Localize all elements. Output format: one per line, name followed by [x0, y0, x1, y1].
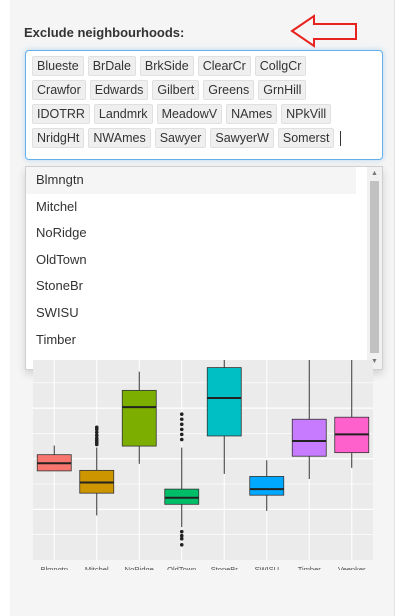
chip-row: Blueste BrDale BrkSide ClearCr CollgCr — [32, 56, 376, 76]
plot-background — [33, 360, 373, 560]
box-Timber — [291, 418, 327, 457]
scroll-thumb[interactable] — [370, 181, 379, 353]
x-tick-label: SWISU — [254, 565, 279, 570]
chip-row: IDOTRR Landmrk MeadowV NAmes NPkVill — [32, 104, 376, 124]
chip-row: Crawfor Edwards Gilbert Greens GrnHill — [32, 80, 376, 100]
x-tick-label: Veenker — [338, 565, 366, 570]
x-tick-label: StoneBr — [211, 565, 239, 570]
selected-chip[interactable]: Gilbert — [152, 80, 200, 100]
selected-chip[interactable]: NridgHt — [32, 128, 85, 148]
selected-chip[interactable]: ClearCr — [197, 56, 251, 76]
boxplot-chart: Blmngtn Mitchel NoRidge OldTown StoneBr SWISU… — [33, 360, 373, 570]
selected-chip[interactable]: GrnHill — [258, 80, 307, 100]
box-OldTown — [164, 488, 200, 505]
scroll-up-icon[interactable]: ▲ — [370, 169, 379, 179]
selected-chip[interactable]: Crawfor — [32, 80, 86, 100]
outlier-point — [179, 417, 184, 422]
box-NoRidge — [121, 389, 157, 447]
outlier-point — [179, 432, 184, 437]
outlier-point — [179, 533, 184, 538]
outlier-point — [179, 427, 184, 432]
selected-chip[interactable]: Edwards — [89, 80, 149, 100]
dropdown-option[interactable]: OldTown — [26, 247, 356, 274]
x-tick-label: Timber — [298, 565, 322, 570]
selected-chip[interactable]: IDOTRR — [32, 104, 90, 124]
x-tick-label: Mitchel — [85, 565, 109, 570]
selected-chip[interactable]: NAmes — [226, 104, 278, 124]
selected-chip[interactable]: MeadowV — [156, 104, 223, 124]
exclude-neighbourhoods-label: Exclude neighbourhoods: — [24, 25, 185, 40]
selected-chip[interactable]: NPkVill — [281, 104, 332, 124]
selected-chip[interactable]: Blueste — [32, 56, 84, 76]
outlier-point — [179, 543, 184, 547]
dropdown-option[interactable]: SWISU — [26, 300, 356, 327]
selected-chip[interactable]: BrkSide — [139, 56, 194, 76]
dropdown-option[interactable]: Mitchel — [26, 194, 356, 221]
selected-chip[interactable]: SawyerW — [210, 128, 274, 148]
selected-chip[interactable]: Landmrk — [93, 104, 153, 124]
box-SWISU — [249, 476, 285, 496]
selected-chip[interactable]: CollgCr — [254, 56, 307, 76]
selected-chip[interactable]: Greens — [203, 80, 255, 100]
outlier-point — [179, 529, 184, 534]
outlier-point — [179, 422, 184, 427]
selected-chip[interactable]: Sawyer — [154, 128, 207, 148]
dropdown-option[interactable]: Timber — [26, 327, 356, 354]
red-arrow-annotation — [290, 14, 357, 48]
x-tick-label: OldTown — [167, 565, 196, 570]
x-tick-label: NoRidge — [125, 565, 154, 570]
x-tick-label: Blmngtn — [40, 565, 68, 570]
dropdown-option[interactable]: StoneBr — [26, 273, 356, 300]
text-cursor[interactable] — [340, 130, 342, 146]
selected-chip[interactable]: BrDale — [87, 56, 136, 76]
outlier-point — [94, 425, 99, 430]
selected-chip[interactable]: Somerst — [277, 128, 335, 148]
dropdown-option[interactable]: NoRidge — [26, 220, 356, 247]
chip-row: NridgHt NWAmes Sawyer SawyerW Somerst — [32, 128, 376, 148]
neighbourhood-multiselect[interactable]: Blueste BrDale BrkSide ClearCr CollgCr Crawfo… — [25, 50, 383, 160]
dropdown-scrollbar[interactable]: ▲ ▼ — [367, 167, 382, 369]
box-StoneBr — [206, 367, 242, 437]
outlier-point — [179, 412, 184, 416]
outlier-point — [179, 437, 184, 442]
neighbourhood-dropdown: Blmngtn Mitchel NoRidge OldTown StoneBr SWISU… — [25, 166, 383, 370]
dropdown-option[interactable]: Blmngtn — [26, 167, 356, 194]
selected-chip[interactable]: NWAmes — [88, 128, 151, 148]
